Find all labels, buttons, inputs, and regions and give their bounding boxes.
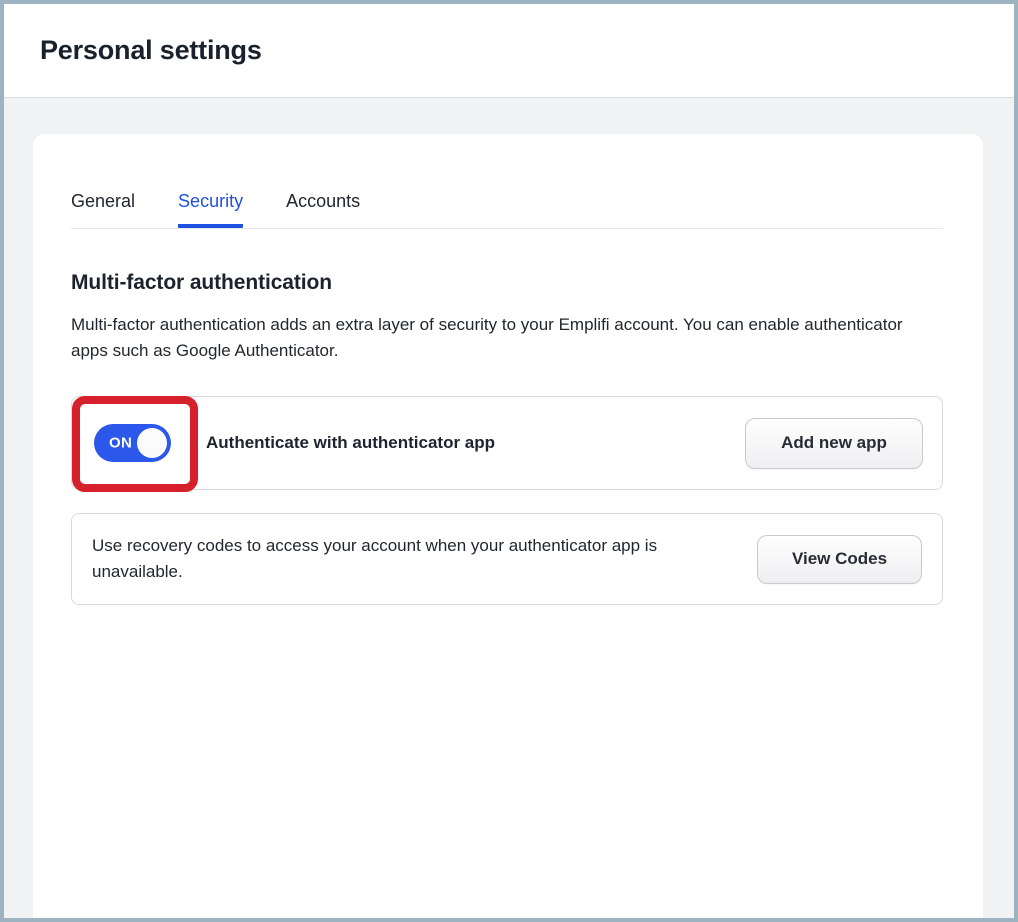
page-header: Personal settings — [4, 4, 1014, 98]
authenticator-row-label: Authenticate with authenticator app — [206, 433, 495, 453]
add-new-app-button[interactable]: Add new app — [745, 418, 923, 469]
settings-card: General Security Accounts Multi-factor a… — [33, 134, 983, 918]
tab-general[interactable]: General — [71, 188, 135, 228]
settings-tab-bar: General Security Accounts — [71, 134, 943, 229]
view-codes-button[interactable]: View Codes — [757, 535, 922, 584]
toggle-knob — [137, 428, 167, 458]
tab-accounts[interactable]: Accounts — [286, 188, 360, 228]
mfa-section-heading: Multi-factor authentication — [71, 269, 943, 296]
recovery-codes-text: Use recovery codes to access your accoun… — [92, 533, 672, 585]
authenticator-toggle[interactable]: ON — [94, 424, 171, 462]
recovery-codes-row: Use recovery codes to access your accoun… — [71, 513, 943, 605]
page-title: Personal settings — [40, 35, 262, 66]
personal-settings-page: { "header": { "title": "Personal setting… — [0, 0, 1018, 922]
authenticator-app-row: ON Authenticate with authenticator app A… — [71, 396, 943, 490]
tab-security[interactable]: Security — [178, 188, 243, 228]
mfa-section-description: Multi-factor authentication adds an extr… — [71, 312, 933, 364]
toggle-on-label: ON — [109, 435, 132, 452]
